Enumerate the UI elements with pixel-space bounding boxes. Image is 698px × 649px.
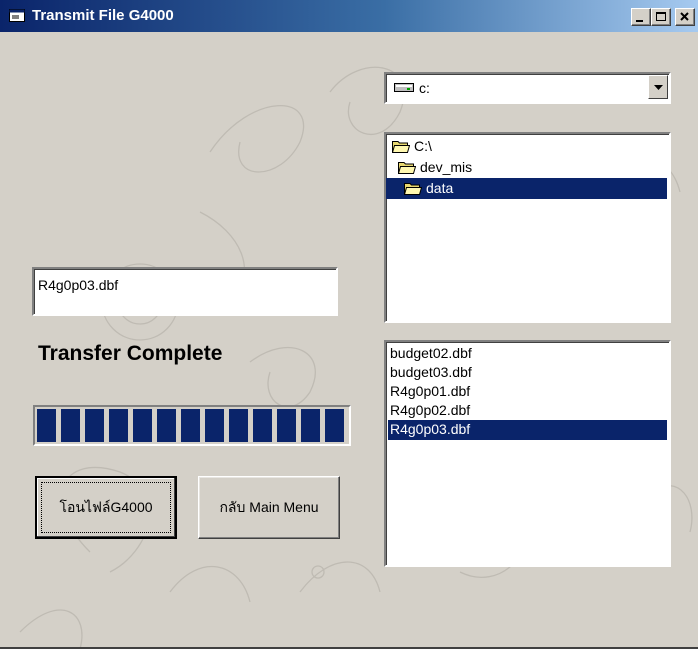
transfer-progress-bar <box>33 405 351 446</box>
progress-block <box>301 409 320 442</box>
file-label: R4g0p03.dbf <box>390 421 471 437</box>
directory-item-data[interactable]: data <box>386 178 667 199</box>
file-item-selected[interactable]: R4g0p03.dbf <box>388 420 667 440</box>
file-label: budget03.dbf <box>390 364 472 380</box>
chevron-down-icon <box>654 85 663 90</box>
directory-label: data <box>426 180 454 196</box>
progress-block <box>85 409 104 442</box>
transfer-g4000-label: โอนไฟล์G4000 <box>59 498 153 515</box>
progress-block <box>253 409 272 442</box>
window-title: Transmit File G4000 <box>32 7 174 24</box>
title-bar[interactable]: Transmit File G4000 <box>0 0 698 32</box>
progress-block <box>205 409 224 442</box>
selected-file-field[interactable]: R4g0p03.dbf <box>32 267 338 316</box>
open-folder-icon <box>398 162 416 174</box>
transfer-status-label: Transfer Complete <box>38 342 223 365</box>
transfer-g4000-button[interactable]: โอนไฟล์G4000 <box>35 476 177 539</box>
directory-item-dev-mis[interactable]: dev_mis <box>398 157 518 178</box>
maximize-icon <box>656 12 666 21</box>
directory-label: dev_mis <box>420 159 473 175</box>
file-label: R4g0p01.dbf <box>390 383 471 399</box>
file-listbox[interactable]: budget02.dbf budget03.dbf R4g0p01.dbf R4… <box>384 340 671 567</box>
drive-combobox[interactable]: c: <box>384 72 671 104</box>
main-menu-button[interactable]: กลับ Main Menu <box>198 476 340 539</box>
progress-block <box>133 409 152 442</box>
minimize-icon <box>636 20 643 22</box>
app-icon <box>9 9 25 22</box>
progress-block <box>109 409 128 442</box>
directory-listbox[interactable]: C:\ dev_mis data <box>384 132 671 323</box>
main-menu-label: กลับ Main Menu <box>219 498 319 515</box>
selected-file-value: R4g0p03.dbf <box>38 277 119 293</box>
file-label: budget02.dbf <box>390 345 472 361</box>
directory-label: C:\ <box>414 138 432 154</box>
maximize-button[interactable] <box>651 8 671 26</box>
file-item[interactable]: R4g0p02.dbf <box>388 401 667 421</box>
form-client-area: c: C:\ dev_mis data R4g0p03.dbf Transfer… <box>0 32 698 649</box>
directory-item-root[interactable]: C:\ <box>392 136 512 157</box>
progress-block <box>277 409 296 442</box>
file-label: R4g0p02.dbf <box>390 402 471 418</box>
progress-block <box>157 409 176 442</box>
drive-value: c: <box>419 80 430 96</box>
open-folder-icon <box>404 183 422 195</box>
file-item[interactable]: R4g0p01.dbf <box>388 382 667 402</box>
progress-block <box>61 409 80 442</box>
progress-block <box>229 409 248 442</box>
transmit-file-window: Transmit File G4000 c: C:\ dev_mis data … <box>0 0 698 649</box>
close-icon <box>680 12 689 21</box>
minimize-button[interactable] <box>631 8 651 26</box>
progress-blocks <box>37 409 347 442</box>
progress-block <box>37 409 56 442</box>
close-button[interactable] <box>675 8 695 26</box>
file-item[interactable]: budget02.dbf <box>388 344 667 364</box>
drive-dropdown-button[interactable] <box>648 75 668 99</box>
file-item[interactable]: budget03.dbf <box>388 363 667 383</box>
drive-icon <box>394 83 414 92</box>
progress-block <box>181 409 200 442</box>
progress-block <box>325 409 344 442</box>
open-folder-icon <box>392 141 410 153</box>
